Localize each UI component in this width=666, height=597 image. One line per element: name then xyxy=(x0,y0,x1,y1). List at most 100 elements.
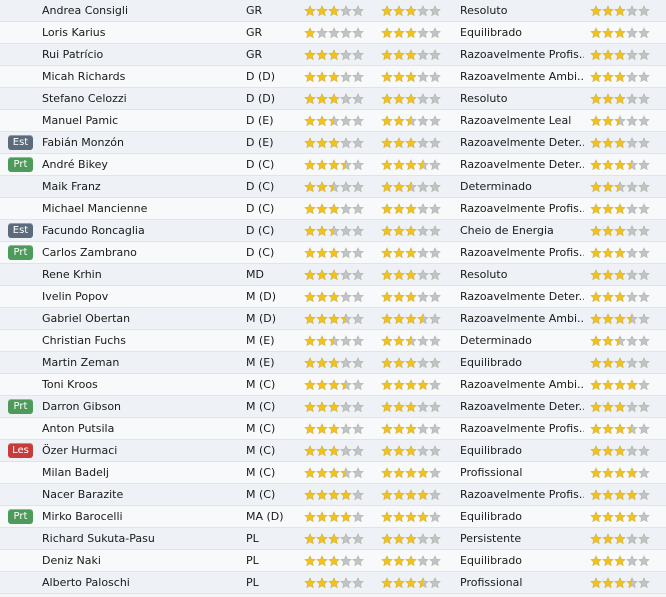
player-name[interactable]: Micah Richards xyxy=(42,66,238,88)
player-row[interactable]: Stefano Celozzi D (D) Resoluto xyxy=(0,88,666,110)
player-name[interactable]: Milan Badelj xyxy=(42,462,238,484)
star-icon xyxy=(638,489,650,501)
star-icon xyxy=(638,5,650,17)
rating-stars xyxy=(590,357,650,369)
player-name[interactable]: Loris Karius xyxy=(42,22,238,44)
player-position: GR xyxy=(246,4,263,17)
star-icon xyxy=(304,533,316,545)
star-icon xyxy=(316,533,328,545)
player-name[interactable]: Rene Krhin xyxy=(42,264,238,286)
star-icon xyxy=(614,335,626,347)
player-position: M (E) xyxy=(246,334,275,347)
star-icon xyxy=(638,93,650,105)
rating-stars xyxy=(590,577,650,589)
player-row[interactable]: Maik Franz D (C) Determinado xyxy=(0,176,666,198)
player-row[interactable]: Alberto Paloschi PL Profissional xyxy=(0,572,666,594)
player-name[interactable]: Ivelin Popov xyxy=(42,286,238,308)
player-name[interactable]: André Bikey xyxy=(42,154,238,176)
star-icon xyxy=(393,203,405,215)
player-name[interactable]: Darron Gibson xyxy=(42,396,238,418)
star-icon xyxy=(626,423,638,435)
player-name[interactable]: Toni Kroos xyxy=(42,374,238,396)
player-row[interactable]: Prt Mirko Barocelli MA (D) Equilibrado xyxy=(0,506,666,528)
player-name[interactable]: Nacer Barazite xyxy=(42,484,238,506)
rating-stars xyxy=(590,93,650,105)
star-icon xyxy=(614,489,626,501)
player-row[interactable]: Richard Sukuta-Pasu PL Persistente xyxy=(0,528,666,550)
player-position: MA (D) xyxy=(246,510,284,523)
potential-ability-stars xyxy=(381,71,441,83)
player-row[interactable]: Michael Mancienne D (C) Razoavelmente Prof… xyxy=(0,198,666,220)
player-row[interactable]: Milan Badelj M (C) Profissional xyxy=(0,462,666,484)
star-icon xyxy=(304,445,316,457)
star-icon xyxy=(393,159,405,171)
player-name[interactable]: Deniz Naki xyxy=(42,550,238,572)
star-icon xyxy=(638,555,650,567)
star-icon xyxy=(638,225,650,237)
player-row[interactable]: Nacer Barazite M (C) Razoavelmente Profis.… xyxy=(0,484,666,506)
player-row[interactable]: Loris Karius GR Equilibrado xyxy=(0,22,666,44)
star-icon xyxy=(590,93,602,105)
player-row[interactable]: Prt Darron Gibson M (C) Razoavelmente Deter… xyxy=(0,396,666,418)
star-icon xyxy=(316,137,328,149)
player-name[interactable]: Christian Fuchs xyxy=(42,330,238,352)
player-name[interactable]: Fabián Monzón xyxy=(42,132,238,154)
star-icon xyxy=(405,445,417,457)
player-name[interactable]: Andrea Consigli xyxy=(42,0,238,22)
player-name[interactable]: Rui Patrício xyxy=(42,44,238,66)
player-row[interactable]: Micah Richards D (D) Razoavelmente Ambi... xyxy=(0,66,666,88)
star-icon xyxy=(626,115,638,127)
star-icon xyxy=(602,511,614,523)
star-icon xyxy=(381,445,393,457)
player-row[interactable]: Deniz Naki PL Equilibrado xyxy=(0,550,666,572)
player-row[interactable]: Toni Kroos M (C) Razoavelmente Ambi... xyxy=(0,374,666,396)
player-personality: Equilibrado xyxy=(460,26,523,39)
player-row[interactable]: Prt Carlos Zambrano D (C) Razoavelmente Pro… xyxy=(0,242,666,264)
player-row[interactable]: Gabriel Obertan M (D) Razoavelmente Ambi..… xyxy=(0,308,666,330)
star-icon xyxy=(638,379,650,391)
star-icon xyxy=(614,533,626,545)
player-name[interactable]: Michael Mancienne xyxy=(42,198,238,220)
potential-ability-stars xyxy=(381,467,441,479)
star-icon xyxy=(602,115,614,127)
star-icon xyxy=(614,115,626,127)
player-row[interactable]: Prt André Bikey D (C) Razoavelmente Deter..… xyxy=(0,154,666,176)
player-row[interactable]: Anton Putsila M (C) Razoavelmente Profis..… xyxy=(0,418,666,440)
star-icon xyxy=(393,467,405,479)
player-name[interactable]: Anton Putsila xyxy=(42,418,238,440)
star-icon xyxy=(626,269,638,281)
star-icon xyxy=(590,555,602,567)
star-icon xyxy=(304,357,316,369)
player-position: M (C) xyxy=(246,400,276,413)
player-row[interactable]: Andrea Consigli GR Resoluto xyxy=(0,0,666,22)
star-icon xyxy=(340,247,352,259)
player-name[interactable]: Özer Hurmaci xyxy=(42,440,238,462)
star-icon xyxy=(316,401,328,413)
player-name[interactable]: Mirko Barocelli xyxy=(42,506,238,528)
player-name[interactable]: Facundo Roncaglia xyxy=(42,220,238,242)
player-name[interactable]: Gabriel Obertan xyxy=(42,308,238,330)
player-name[interactable]: Stefano Celozzi xyxy=(42,88,238,110)
player-name[interactable]: Richard Sukuta-Pasu xyxy=(42,528,238,550)
star-icon xyxy=(328,71,340,83)
player-name[interactable]: Alberto Paloschi xyxy=(42,572,238,594)
star-icon xyxy=(405,313,417,325)
player-row[interactable]: Ivelin Popov M (D) Razoavelmente Deter... xyxy=(0,286,666,308)
player-row[interactable]: Martin Zeman M (E) Equilibrado xyxy=(0,352,666,374)
player-name[interactable]: Carlos Zambrano xyxy=(42,242,238,264)
player-row[interactable]: Christian Fuchs M (E) Determinado xyxy=(0,330,666,352)
star-icon xyxy=(590,115,602,127)
star-icon xyxy=(328,115,340,127)
player-row[interactable]: Manuel Pamic D (E) Razoavelmente Leal xyxy=(0,110,666,132)
player-row[interactable]: Est Facundo Roncaglia D (C) Cheio de Energi… xyxy=(0,220,666,242)
player-row[interactable]: Est Fabián Monzón D (E) Razoavelmente Deter… xyxy=(0,132,666,154)
player-row[interactable]: Les Özer Hurmaci M (C) Equilibrado xyxy=(0,440,666,462)
rating-stars xyxy=(590,203,650,215)
player-row[interactable]: Rene Krhin MD Resoluto xyxy=(0,264,666,286)
player-name[interactable]: Manuel Pamic xyxy=(42,110,238,132)
player-position: GR xyxy=(246,48,263,61)
player-name[interactable]: Maik Franz xyxy=(42,176,238,198)
player-name[interactable]: Martin Zeman xyxy=(42,352,238,374)
player-row[interactable]: Rui Patrício GR Razoavelmente Profis... xyxy=(0,44,666,66)
star-icon xyxy=(590,357,602,369)
